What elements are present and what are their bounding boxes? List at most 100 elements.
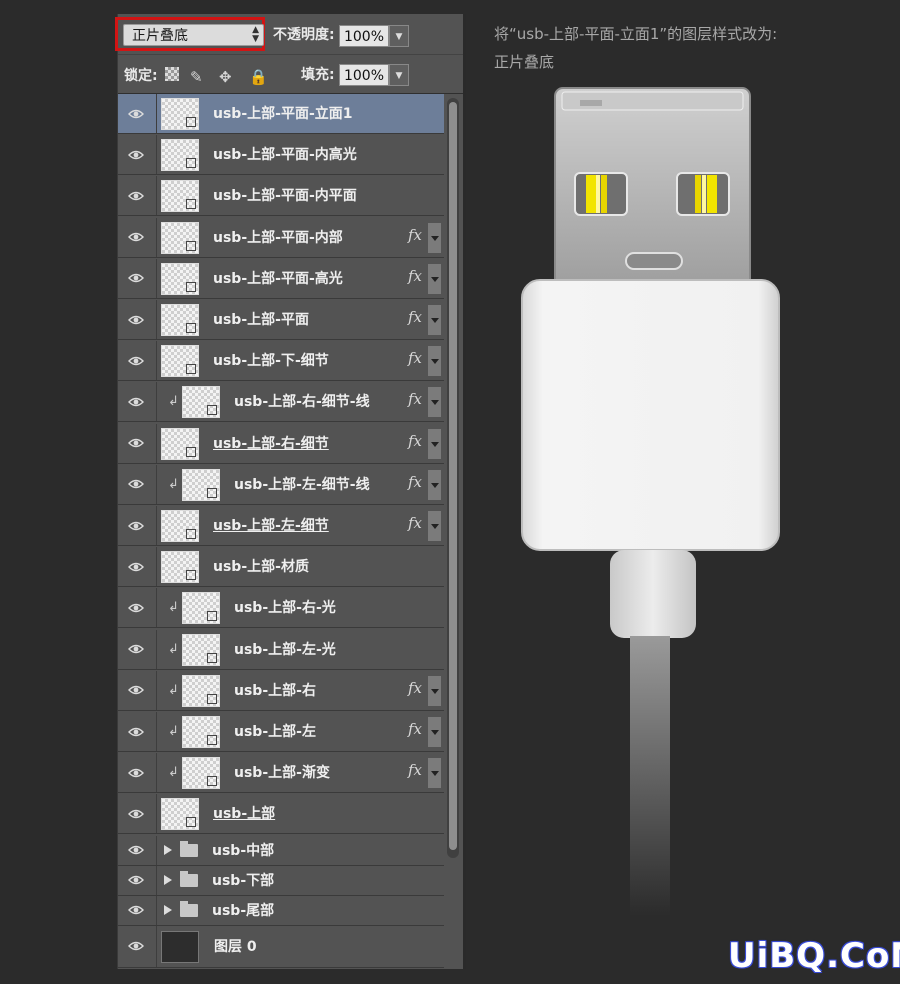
visibility-eye-icon[interactable] — [128, 904, 144, 916]
fx-icon[interactable]: fx — [408, 267, 422, 285]
fx-icon[interactable]: fx — [408, 514, 422, 532]
layer-name[interactable]: usb-上部-平面-内高光 — [213, 135, 357, 175]
visibility-eye-icon[interactable] — [128, 684, 144, 696]
layer-thumbnail[interactable] — [161, 139, 199, 172]
lock-transparent-pixels-icon[interactable] — [165, 67, 179, 81]
visibility-toggle[interactable] — [118, 712, 157, 751]
visibility-toggle[interactable] — [118, 506, 157, 545]
layer-thumbnail[interactable] — [161, 221, 199, 254]
layer-thumbnail[interactable] — [182, 386, 220, 419]
layer-group-row[interactable]: usb-中部 — [118, 835, 444, 866]
layer-name[interactable]: usb-上部-左-细节 — [213, 506, 329, 546]
effects-expand-icon[interactable] — [428, 428, 441, 459]
visibility-eye-icon[interactable] — [128, 808, 144, 820]
layer-thumbnail[interactable] — [161, 262, 199, 295]
visibility-toggle[interactable] — [118, 341, 157, 381]
layer-thumbnail[interactable] — [161, 510, 199, 542]
visibility-toggle[interactable] — [118, 300, 157, 339]
visibility-eye-icon[interactable] — [128, 844, 144, 856]
fx-icon[interactable]: fx — [408, 432, 422, 450]
fx-icon[interactable]: fx — [408, 308, 422, 326]
effects-expand-icon[interactable] — [428, 758, 441, 789]
layer-name[interactable]: usb-上部-平面-内平面 — [213, 176, 357, 216]
layer-row[interactable]: ↲ usb-上部-左-细节-线 fx — [118, 464, 444, 505]
layer-row[interactable]: usb-上部-材质 — [118, 547, 444, 588]
effects-expand-icon[interactable] — [428, 675, 441, 706]
effects-expand-icon[interactable] — [428, 305, 441, 335]
fx-icon[interactable]: fx — [408, 473, 422, 491]
layer-row[interactable]: usb-上部-平面 fx — [118, 300, 444, 340]
expand-triangle-icon[interactable] — [164, 874, 172, 885]
layer-thumbnail[interactable] — [182, 674, 220, 707]
visibility-eye-icon[interactable] — [128, 231, 144, 243]
layer-thumbnail[interactable] — [161, 98, 199, 130]
visibility-toggle[interactable] — [118, 895, 157, 925]
lock-image-pixels-brush-icon[interactable]: ✎ — [190, 68, 203, 86]
visibility-toggle[interactable] — [118, 135, 157, 175]
layer-name[interactable]: usb-上部-平面-内部 — [213, 218, 343, 258]
layer-name[interactable]: usb-上部-右-光 — [234, 588, 336, 628]
visibility-toggle[interactable] — [118, 94, 157, 133]
layer-row[interactable]: ↲ usb-上部-右-光 — [118, 588, 444, 629]
layer-name[interactable]: 图层 0 — [214, 926, 257, 968]
expand-triangle-icon[interactable] — [164, 844, 172, 855]
layer-thumbnail[interactable] — [182, 716, 220, 748]
layer-thumbnail[interactable] — [161, 798, 199, 831]
layer-thumbnail[interactable] — [161, 930, 199, 963]
effects-expand-icon[interactable] — [428, 717, 441, 747]
fx-icon[interactable]: fx — [408, 349, 422, 367]
effects-expand-icon[interactable] — [428, 222, 441, 253]
layer-name[interactable]: usb-上部-右 — [234, 671, 316, 711]
layer-row[interactable]: usb-上部-平面-内平面 — [118, 176, 444, 217]
visibility-toggle[interactable] — [118, 629, 157, 669]
background-layer-row[interactable]: 图层 0 — [118, 925, 444, 968]
visibility-eye-icon[interactable] — [128, 874, 144, 886]
blend-mode-dropdown[interactable]: 正片叠底 ▲ ▼ — [123, 24, 264, 46]
layer-thumbnail[interactable] — [182, 592, 220, 625]
visibility-toggle[interactable] — [118, 670, 157, 710]
effects-expand-icon[interactable] — [428, 387, 441, 418]
fill-input[interactable]: 100% — [339, 64, 389, 86]
layer-name[interactable]: usb-上部-右-细节 — [213, 424, 329, 464]
layer-row[interactable]: usb-上部-左-细节 fx — [118, 506, 444, 546]
layer-thumbnail[interactable] — [161, 427, 199, 460]
layer-group-row[interactable]: usb-下部 — [118, 865, 444, 896]
layer-name[interactable]: usb-上部-右-细节-线 — [234, 382, 370, 422]
visibility-eye-icon[interactable] — [128, 643, 144, 655]
layer-row[interactable]: usb-上部-右-细节 fx — [118, 423, 444, 464]
layer-row[interactable]: usb-上部-下-细节 fx — [118, 341, 444, 382]
layer-thumbnail[interactable] — [161, 180, 199, 213]
layer-row[interactable]: ↲ usb-上部-右 fx — [118, 670, 444, 711]
layer-name[interactable]: usb-上部-平面-高光 — [213, 259, 343, 299]
opacity-dropdown-icon[interactable]: ▼ — [389, 25, 409, 47]
fx-icon[interactable]: fx — [408, 390, 422, 408]
visibility-toggle[interactable] — [118, 382, 157, 422]
visibility-eye-icon[interactable] — [128, 767, 144, 779]
layer-name[interactable]: usb-上部-下-细节 — [213, 341, 329, 381]
effects-expand-icon[interactable] — [428, 469, 441, 500]
visibility-eye-icon[interactable] — [128, 314, 144, 326]
layer-thumbnail[interactable] — [161, 304, 199, 336]
layer-name[interactable]: usb-上部-左 — [234, 712, 316, 752]
layer-row[interactable]: ↲ usb-上部-右-细节-线 fx — [118, 382, 444, 423]
visibility-toggle[interactable] — [118, 835, 157, 865]
layer-thumbnail[interactable] — [182, 468, 220, 501]
visibility-eye-icon[interactable] — [128, 726, 144, 738]
visibility-eye-icon[interactable] — [128, 190, 144, 202]
layer-row[interactable]: usb-上部-平面-内高光 — [118, 135, 444, 176]
visibility-eye-icon[interactable] — [128, 561, 144, 573]
layer-name[interactable]: usb-上部-平面-立面1 — [213, 94, 353, 134]
visibility-eye-icon[interactable] — [128, 149, 144, 161]
layer-thumbnail[interactable] — [182, 633, 220, 666]
visibility-toggle[interactable] — [118, 588, 157, 628]
group-name[interactable]: usb-中部 — [212, 836, 274, 866]
layer-row[interactable]: usb-上部 — [118, 794, 444, 835]
layer-group-row[interactable]: usb-尾部 — [118, 895, 444, 926]
visibility-eye-icon[interactable] — [128, 478, 144, 490]
visibility-eye-icon[interactable] — [128, 437, 144, 449]
layer-row[interactable]: usb-上部-平面-立面1 — [118, 94, 444, 134]
visibility-eye-icon[interactable] — [128, 355, 144, 367]
opacity-input[interactable]: 100% — [339, 25, 389, 47]
effects-expand-icon[interactable] — [428, 346, 441, 377]
visibility-eye-icon[interactable] — [128, 602, 144, 614]
